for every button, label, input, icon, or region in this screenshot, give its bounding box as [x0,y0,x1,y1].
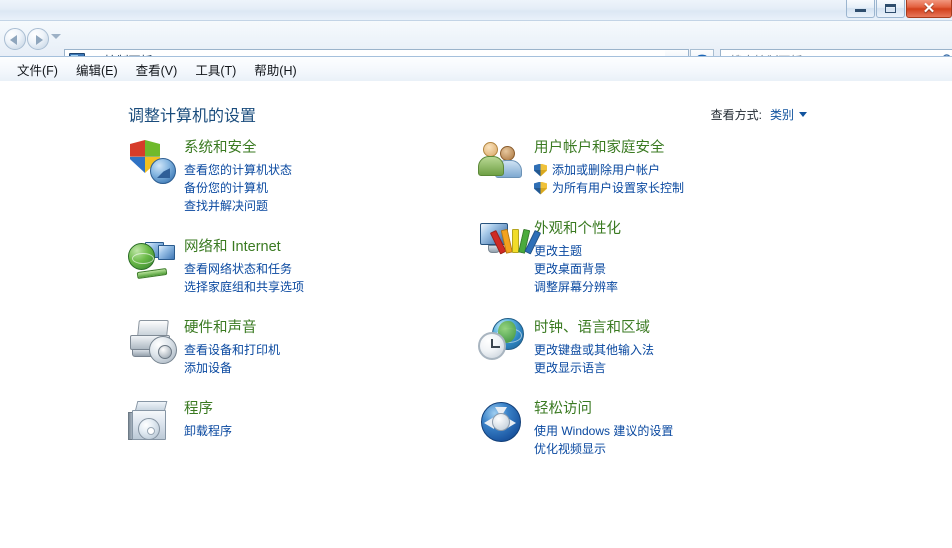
menu-edit[interactable]: 编辑(E) [67,57,127,82]
title-bar: ✕ [0,0,952,21]
clock-language-icon [478,318,534,370]
uac-shield-icon [534,181,547,195]
category-appearance-and-personalization: 外观和个性化 更改主题 更改桌面背景 调整屏幕分辨率 [478,219,838,296]
category-title[interactable]: 轻松访问 [534,400,673,419]
category-link-label: 为所有用户设置家长控制 [552,181,685,195]
category-link[interactable]: 更改桌面背景 [534,260,621,278]
security-shield-icon [128,138,184,190]
category-link[interactable]: 优化视频显示 [534,440,673,458]
category-link[interactable]: 查看网络状态和任务 [184,260,304,278]
category-column-right: 用户帐户和家庭安全 添加或删除用户帐户 为所有用户设置家长控制 外观和个性化 更… [478,138,838,480]
menu-help[interactable]: 帮助(H) [245,57,305,82]
category-clock-language-and-region: 时钟、语言和区域 更改键盘或其他输入法 更改显示语言 [478,318,838,377]
category-link[interactable]: 查看设备和打印机 [184,341,280,359]
category-title[interactable]: 用户帐户和家庭安全 [534,139,684,158]
hardware-sound-icon [128,318,184,370]
back-button[interactable] [4,28,26,50]
category-link[interactable]: 查找并解决问题 [184,197,292,215]
programs-icon [128,399,184,451]
category-link[interactable]: 为所有用户设置家长控制 [534,179,684,197]
appearance-icon [478,219,542,271]
category-title[interactable]: 外观和个性化 [534,220,621,239]
menu-tools[interactable]: 工具(T) [186,57,245,82]
category-ease-of-access: 轻松访问 使用 Windows 建议的设置 优化视频显示 [478,399,838,458]
category-hardware-and-sound: 硬件和声音 查看设备和打印机 添加设备 [128,318,488,377]
category-title[interactable]: 程序 [184,400,232,419]
category-link[interactable]: 使用 Windows 建议的设置 [534,422,673,440]
maximize-icon [885,3,896,13]
category-user-accounts-and-family-safety: 用户帐户和家庭安全 添加或删除用户帐户 为所有用户设置家长控制 [478,138,838,197]
category-link[interactable]: 调整屏幕分辨率 [534,278,621,296]
window-controls: ✕ [846,0,952,21]
control-panel-window: ✕ ▸ 控制面板 ▸ 搜索控制面板 [0,0,952,548]
category-programs: 程序 卸载程序 [128,399,488,451]
close-button[interactable]: ✕ [906,0,952,18]
user-accounts-icon [478,138,534,190]
category-title[interactable]: 网络和 Internet [184,238,304,257]
maximize-button[interactable] [876,0,905,18]
close-icon: ✕ [922,0,936,17]
minimize-icon [855,9,866,12]
category-network-and-internet: 网络和 Internet 查看网络状态和任务 选择家庭组和共享选项 [128,237,488,296]
category-link[interactable]: 添加或删除用户帐户 [534,161,684,179]
category-link[interactable]: 更改键盘或其他输入法 [534,341,654,359]
uac-shield-icon [534,163,547,177]
view-by-control: 查看方式: 类别 [711,106,807,123]
forward-button[interactable] [27,28,49,50]
chevron-down-icon[interactable] [799,112,807,117]
category-link[interactable]: 更改主题 [534,242,621,260]
category-title[interactable]: 硬件和声音 [184,319,280,338]
view-by-value[interactable]: 类别 [770,106,794,123]
menu-file[interactable]: 文件(F) [8,57,67,82]
category-system-and-security: 系统和安全 查看您的计算机状态 备份您的计算机 查找并解决问题 [128,138,488,215]
navigation-bar: ▸ 控制面板 ▸ 搜索控制面板 [0,21,952,71]
category-link[interactable]: 查看您的计算机状态 [184,161,292,179]
category-link[interactable]: 更改显示语言 [534,359,654,377]
category-link[interactable]: 备份您的计算机 [184,179,292,197]
ease-of-access-icon [478,399,534,451]
category-column-left: 系统和安全 查看您的计算机状态 备份您的计算机 查找并解决问题 网络和 Inte… [128,138,488,473]
category-title[interactable]: 时钟、语言和区域 [534,319,654,338]
menu-bar: 文件(F) 编辑(E) 查看(V) 工具(T) 帮助(H) [0,56,952,81]
category-title[interactable]: 系统和安全 [184,139,292,158]
view-by-label: 查看方式: [710,108,762,122]
network-icon [128,237,184,289]
category-link-label: 添加或删除用户帐户 [552,163,661,177]
category-link[interactable]: 选择家庭组和共享选项 [184,278,304,296]
minimize-button[interactable] [846,0,875,18]
recent-pages-dropdown-icon[interactable] [51,34,61,39]
page-title: 调整计算机的设置 [128,108,257,125]
category-link[interactable]: 添加设备 [184,359,280,377]
menu-view[interactable]: 查看(V) [127,57,187,82]
category-link[interactable]: 卸载程序 [184,422,232,440]
content-area: 调整计算机的设置 查看方式: 类别 系统和安全 查看您的计算机状态 备份您的计算… [0,82,952,548]
